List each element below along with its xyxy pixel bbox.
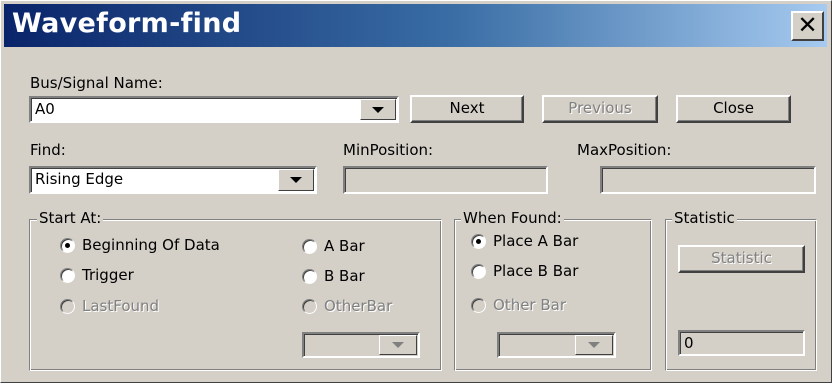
chevron-down-icon[interactable] xyxy=(278,169,314,191)
start-other-bar-combo xyxy=(302,332,420,358)
radio-label: Place B Bar xyxy=(493,262,579,280)
when-found-title: When Found: xyxy=(461,209,564,227)
bus-signal-label: Bus/Signal Name: xyxy=(30,74,163,92)
radio-label: Trigger xyxy=(82,266,134,284)
statistic-group: Statistic Statistic 0 xyxy=(665,209,817,371)
radio-label: A Bar xyxy=(324,237,365,255)
max-position-label: MaxPosition: xyxy=(577,141,672,159)
when-found-group: When Found: Place A Bar Place B Bar Othe… xyxy=(454,209,652,371)
radio-label: Place A Bar xyxy=(493,232,579,250)
waveform-find-dialog: Waveform-find ✕ Bus/Signal Name: A0 Next… xyxy=(0,0,832,383)
radio-icon xyxy=(60,268,75,283)
radio-icon xyxy=(60,299,75,314)
max-position-field xyxy=(600,166,816,194)
radio-selected-icon xyxy=(60,238,75,253)
min-position-label: MinPosition: xyxy=(343,141,434,159)
chevron-down-icon xyxy=(379,335,417,355)
radio-icon xyxy=(471,264,486,279)
radio-label: B Bar xyxy=(324,267,365,285)
radio-label: LastFound xyxy=(82,297,160,315)
window-title: Waveform-find xyxy=(12,8,242,39)
statistic-button[interactable]: Statistic xyxy=(678,245,805,273)
radio-label: OtherBar xyxy=(324,297,393,315)
bus-signal-combo[interactable]: A0 xyxy=(29,96,399,123)
min-position-field xyxy=(343,166,548,194)
radio-label: Other Bar xyxy=(493,296,567,314)
radio-icon xyxy=(302,269,317,284)
bus-signal-value: A0 xyxy=(35,100,55,118)
start-at-title: Start At: xyxy=(37,209,104,227)
chevron-down-icon[interactable] xyxy=(360,99,396,120)
statistic-value-field: 0 xyxy=(678,330,805,356)
radio-label: Beginning Of Data xyxy=(82,236,220,254)
radio-icon xyxy=(471,298,486,313)
radio-icon xyxy=(302,239,317,254)
find-value: Rising Edge xyxy=(35,170,124,188)
chevron-down-icon xyxy=(575,335,613,355)
start-at-group: Start At: Beginning Of Data Trigger Last… xyxy=(29,209,442,371)
close-button[interactable]: Close xyxy=(676,95,791,123)
find-label: Find: xyxy=(30,141,66,159)
previous-button[interactable]: Previous xyxy=(542,95,658,123)
found-other-bar-combo xyxy=(497,332,616,358)
close-icon[interactable]: ✕ xyxy=(791,11,824,41)
next-button[interactable]: Next xyxy=(410,95,524,123)
find-combo[interactable]: Rising Edge xyxy=(29,166,317,194)
statistic-title: Statistic xyxy=(672,209,737,227)
title-bar[interactable]: Waveform-find ✕ xyxy=(4,4,827,47)
radio-selected-icon xyxy=(471,234,486,249)
radio-icon xyxy=(302,299,317,314)
